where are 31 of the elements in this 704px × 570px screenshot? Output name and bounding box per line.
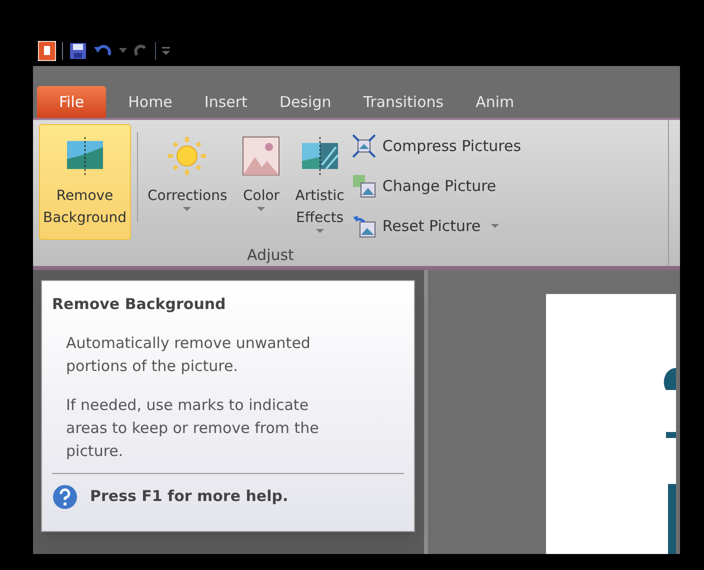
- reset-picture-button[interactable]: Reset Picture: [352, 208, 522, 244]
- ribbon-tab[interactable]: Design: [263, 86, 348, 118]
- caret-icon: [316, 229, 324, 234]
- caret-icon: [257, 207, 266, 212]
- save-icon[interactable]: [69, 42, 87, 60]
- caret-icon[interactable]: [119, 48, 127, 54]
- ribbon-tab[interactable]: Anim: [460, 86, 530, 118]
- color-button[interactable]: Color: [235, 124, 288, 240]
- corrections-button[interactable]: Corrections: [144, 124, 232, 240]
- pictures-icon: [352, 174, 376, 198]
- picture-arrow-icon: [352, 214, 376, 238]
- ribbon-tab[interactable]: Transitions: [347, 86, 460, 118]
- customize-icon[interactable]: [162, 46, 170, 56]
- help-hint: Press F1 for more help.: [90, 486, 288, 508]
- picture-arrows-icon: [352, 134, 376, 158]
- app-logo-icon[interactable]: [38, 41, 56, 61]
- group-label: Adjust: [246, 245, 295, 266]
- ribbon-tab[interactable]: Insert: [188, 86, 264, 118]
- ribbon-tab[interactable]: Home: [112, 86, 188, 118]
- help-icon: [52, 484, 78, 510]
- tooltip-title: Remove Background: [52, 294, 227, 315]
- file-tab[interactable]: File: [37, 86, 106, 118]
- redo-icon[interactable]: [133, 43, 149, 59]
- tooltip-text: Automatically remove unwanted portions of the picture.: [65, 332, 312, 376]
- tooltip-text: If needed, use marks to indicate areas to keep or remove from the picture.: [65, 394, 320, 462]
- caret-icon: [183, 207, 192, 212]
- artistic-effects-button[interactable]: Artistic Effects: [291, 124, 348, 240]
- caret-icon: [490, 224, 499, 228]
- remove-background-button[interactable]: Remove Background: [39, 124, 131, 240]
- compress-pictures-button[interactable]: Compress Pictures: [352, 128, 522, 164]
- change-picture-button[interactable]: Change Picture: [352, 168, 522, 204]
